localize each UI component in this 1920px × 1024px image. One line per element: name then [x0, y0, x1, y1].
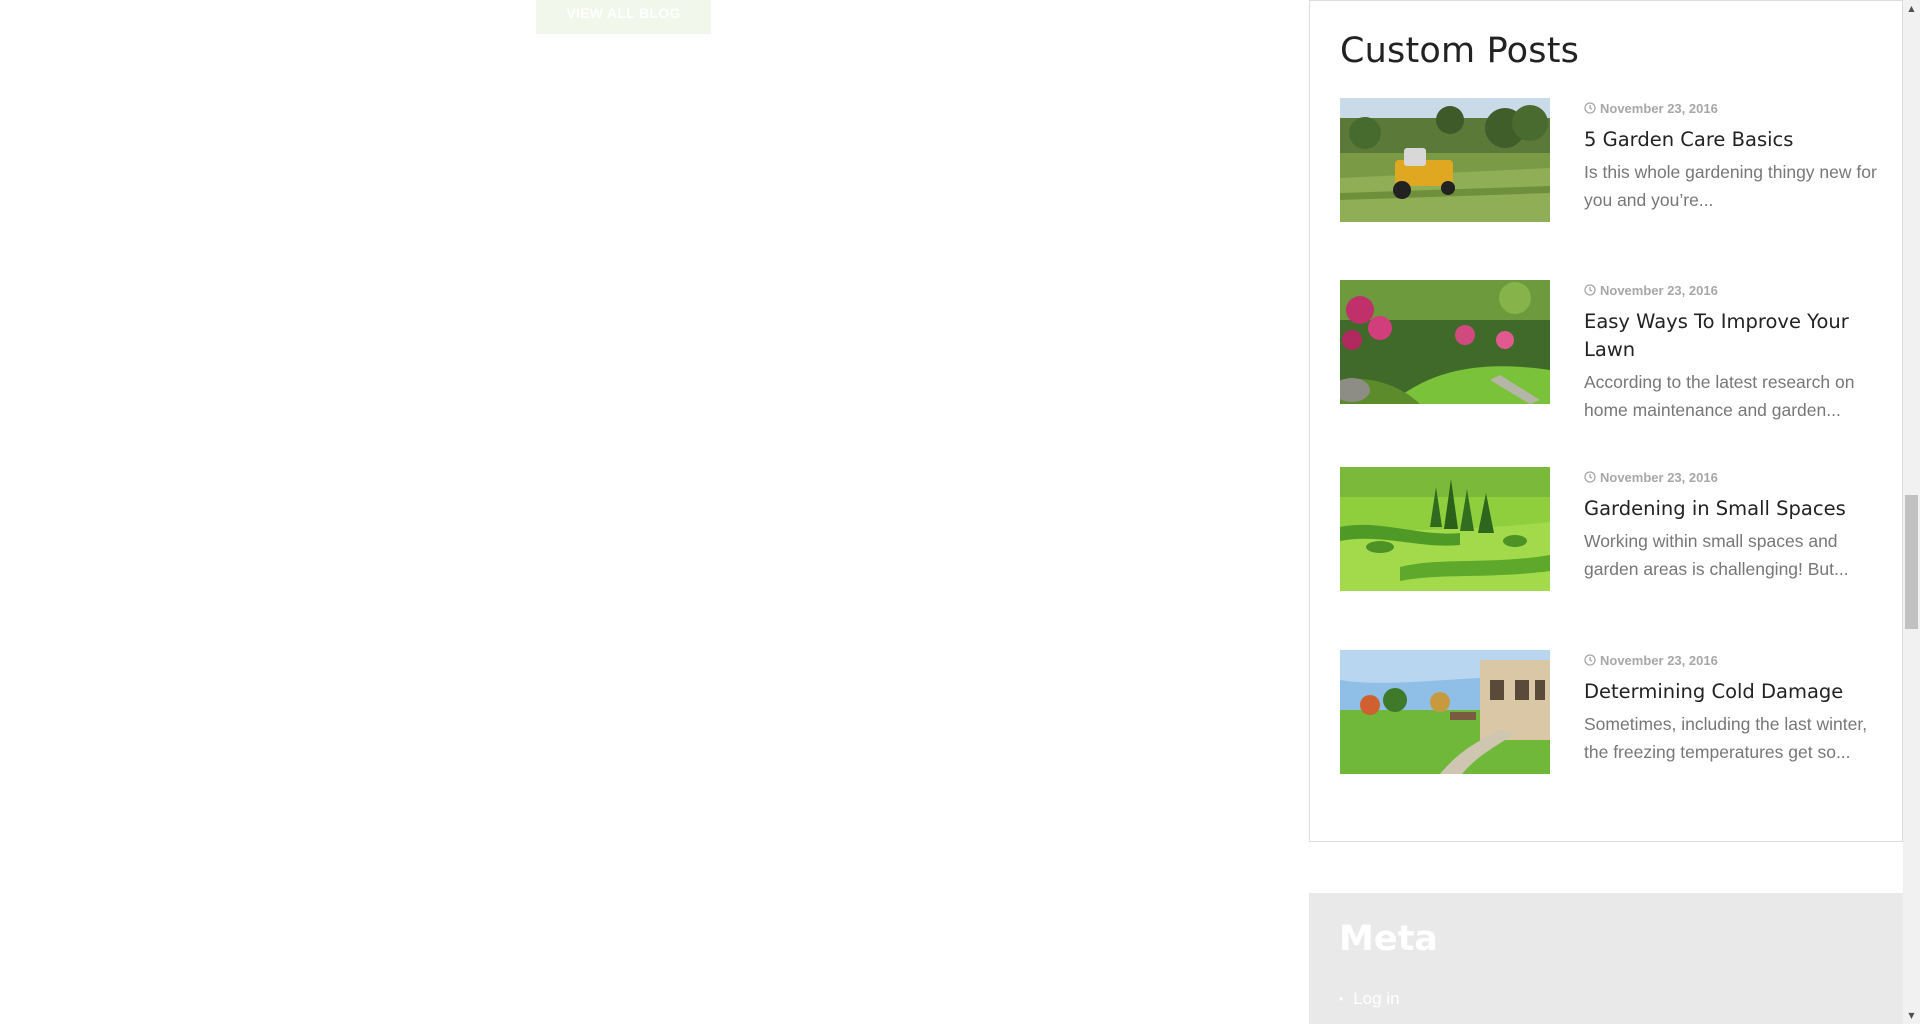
post-item: November 23, 2016 5 Garden Care Basics I… [1340, 98, 1880, 222]
backyard-patio-image [1340, 650, 1550, 774]
post-body: November 23, 2016 Determining Cold Damag… [1584, 650, 1880, 766]
scroll-up-arrow-icon[interactable]: ▲ [1903, 0, 1920, 17]
lawn-mower-image [1340, 98, 1550, 222]
post-body: November 23, 2016 Gardening in Small Spa… [1584, 467, 1880, 583]
post-item: November 23, 2016 Gardening in Small Spa… [1340, 467, 1880, 591]
post-thumbnail-backyard-patio[interactable] [1340, 650, 1550, 774]
topiary-garden-image [1340, 467, 1550, 591]
page: VIEW ALL BLOG Custom Posts November 23, … [0, 0, 1920, 1024]
clock-icon [1584, 284, 1596, 296]
post-date: November 23, 2016 [1584, 282, 1880, 298]
post-thumbnail-topiary-garden[interactable] [1340, 467, 1550, 591]
scroll-down-arrow-icon[interactable]: ▼ [1903, 1007, 1920, 1024]
post-excerpt: Sometimes, including the last winter, th… [1584, 714, 1868, 762]
post-date: November 23, 2016 [1584, 469, 1880, 485]
post-body: November 23, 2016 5 Garden Care Basics I… [1584, 98, 1880, 214]
log-in-link[interactable]: Log in [1353, 989, 1399, 1009]
clock-icon [1584, 471, 1596, 483]
post-title-link[interactable]: 5 Garden Care Basics [1584, 126, 1880, 154]
widget-title: Custom Posts [1340, 31, 1580, 71]
scroll-thumb[interactable] [1905, 495, 1918, 629]
flower-garden-image [1340, 280, 1550, 404]
post-title-link[interactable]: Determining Cold Damage [1584, 678, 1880, 706]
post-excerpt: Working within small spaces and garden a… [1584, 531, 1849, 579]
post-title-link[interactable]: Gardening in Small Spaces [1584, 495, 1880, 523]
meta-list-item: • Log in [1339, 989, 1400, 1009]
meta-title: Meta [1339, 919, 1438, 959]
post-thumbnail-flower-garden[interactable] [1340, 280, 1550, 404]
meta-widget: Meta • Log in [1309, 893, 1903, 1024]
post-date-text: November 23, 2016 [1600, 652, 1718, 668]
post-date-text: November 23, 2016 [1600, 100, 1718, 116]
post-title-link[interactable]: Easy Ways To Improve Your Lawn [1584, 308, 1880, 364]
post-excerpt: According to the latest research on home… [1584, 372, 1855, 420]
post-item: November 23, 2016 Determining Cold Damag… [1340, 650, 1880, 774]
post-item: November 23, 2016 Easy Ways To Improve Y… [1340, 280, 1880, 430]
meta-list: • Log in [1339, 989, 1400, 1009]
post-date: November 23, 2016 [1584, 100, 1880, 116]
post-date: November 23, 2016 [1584, 652, 1880, 668]
view-all-blog-button[interactable]: VIEW ALL BLOG [536, 0, 711, 34]
post-thumbnail-lawn-mower[interactable] [1340, 98, 1550, 222]
post-date-text: November 23, 2016 [1600, 282, 1718, 298]
clock-icon [1584, 654, 1596, 666]
post-body: November 23, 2016 Easy Ways To Improve Y… [1584, 280, 1880, 424]
page-scrollbar[interactable]: ▲ ▼ [1903, 0, 1920, 1024]
custom-posts-widget: Custom Posts November 23, 2016 5 Garden … [1309, 0, 1903, 842]
post-date-text: November 23, 2016 [1600, 469, 1718, 485]
bullet-icon: • [1339, 992, 1344, 1006]
clock-icon [1584, 102, 1596, 114]
post-excerpt: Is this whole gardening thingy new for y… [1584, 162, 1877, 210]
